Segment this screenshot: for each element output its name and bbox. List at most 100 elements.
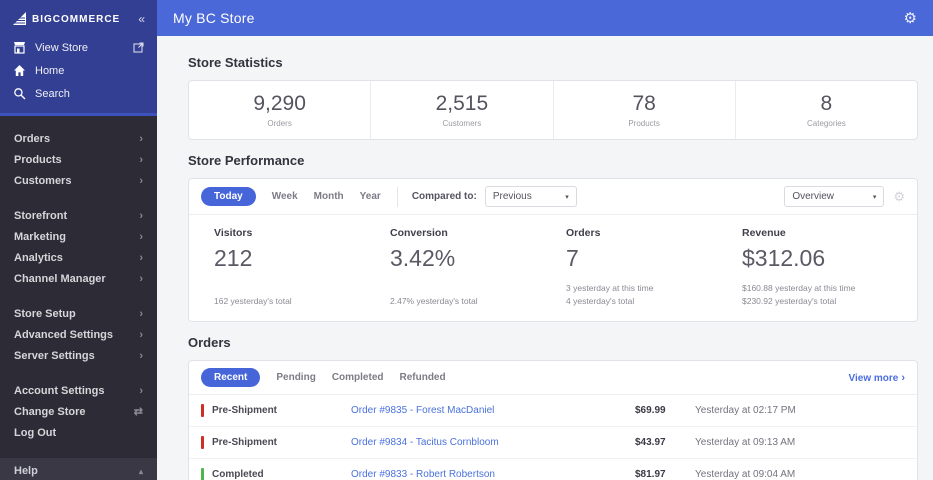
sidebar-item-label: Orders bbox=[14, 133, 51, 145]
tab-completed[interactable]: Completed bbox=[332, 372, 384, 383]
sidebar-item-label: Storefront bbox=[14, 210, 68, 222]
sidebar-item-label: Server Settings bbox=[14, 350, 95, 362]
performance-settings-gear-icon[interactable]: ⚙ bbox=[893, 189, 905, 205]
sidebar-item-products[interactable]: Products › bbox=[0, 150, 157, 171]
order-price: $69.99 bbox=[635, 405, 666, 416]
sidebar-item-view-store[interactable]: View Store bbox=[0, 36, 157, 59]
store-title: My BC Store bbox=[173, 10, 255, 26]
status-color-bar bbox=[201, 404, 204, 417]
order-status: Pre-Shipment bbox=[201, 404, 351, 417]
compared-to-value: Previous bbox=[492, 191, 532, 202]
sidebar-item-label: Change Store bbox=[14, 406, 86, 418]
caret-up-icon: ▴ bbox=[138, 466, 143, 476]
tab-recent[interactable]: Recent bbox=[201, 368, 261, 387]
search-icon bbox=[13, 87, 26, 100]
order-link[interactable]: Order #9833 - Robert Robertson bbox=[351, 469, 635, 480]
sidebar-item-customers[interactable]: Customers › bbox=[0, 171, 157, 192]
sidebar-help-section: Help ▴ Support Pin: 888888 bbox=[0, 458, 157, 480]
sidebar-item-channel-manager[interactable]: Channel Manager › bbox=[0, 269, 157, 290]
stat-label: Orders bbox=[267, 118, 292, 128]
collapse-sidebar-icon[interactable]: « bbox=[138, 12, 145, 26]
sidebar-item-analytics[interactable]: Analytics › bbox=[0, 248, 157, 269]
sidebar-item-change-store[interactable]: Change Store ⇄ bbox=[0, 402, 157, 423]
order-link[interactable]: Order #9834 - Tacitus Cornbloom bbox=[351, 437, 635, 448]
stat-label: Categories bbox=[807, 118, 846, 128]
performance-metrics: Visitors 212 162 yesterday's total Conve… bbox=[189, 215, 917, 321]
stat-label: Customers bbox=[442, 118, 482, 128]
metric-revenue: Revenue $312.06 $160.88 yesterday at thi… bbox=[729, 227, 905, 308]
metric-value: 3.42% bbox=[390, 245, 456, 271]
metric-label: Orders bbox=[566, 227, 601, 239]
sidebar-item-account-settings[interactable]: Account Settings › bbox=[0, 381, 157, 402]
metric-visitors: Visitors 212 162 yesterday's total bbox=[201, 227, 377, 308]
stat-value: 78 bbox=[632, 91, 656, 115]
sidebar-item-log-out[interactable]: Log Out bbox=[0, 423, 157, 444]
bigcommerce-logo-icon bbox=[12, 12, 28, 26]
logo-row: BIGCOMMERCE « bbox=[0, 0, 157, 36]
sidebar-item-orders[interactable]: Orders › bbox=[0, 129, 157, 150]
sidebar-item-label: Home bbox=[35, 64, 65, 77]
chevron-right-icon: › bbox=[139, 273, 143, 285]
sidebar-item-marketing[interactable]: Marketing › bbox=[0, 227, 157, 248]
status-label: Completed bbox=[212, 469, 264, 480]
caret-down-icon: ▾ bbox=[872, 193, 877, 201]
order-price: $81.97 bbox=[635, 469, 666, 480]
status-color-bar bbox=[201, 436, 204, 449]
metric-subtext: $230.92 yesterday's total bbox=[742, 296, 837, 306]
view-more-label: View more bbox=[848, 372, 899, 384]
order-row: Completed Order #9833 - Robert Robertson… bbox=[189, 459, 917, 480]
chevron-right-icon: › bbox=[139, 154, 143, 166]
dashboard-content: Store Statistics 9,290 Orders 2,515 Cust… bbox=[157, 36, 933, 480]
app-window: BIGCOMMERCE « View Store Home Search Ord… bbox=[0, 0, 933, 480]
orders-toolbar: Recent Pending Completed Refunded View m… bbox=[189, 361, 917, 395]
tab-today[interactable]: Today bbox=[201, 187, 256, 206]
metric-label: Conversion bbox=[390, 227, 448, 239]
tab-month[interactable]: Month bbox=[314, 191, 344, 202]
caret-down-icon: ▾ bbox=[565, 193, 569, 201]
chevron-right-icon: › bbox=[139, 308, 143, 320]
sidebar-item-store-setup[interactable]: Store Setup › bbox=[0, 304, 157, 325]
stat-products: 78 Products bbox=[554, 81, 736, 139]
settings-gear-icon[interactable]: ⚙ bbox=[904, 9, 917, 27]
order-link[interactable]: Order #9835 - Forest MacDaniel bbox=[351, 405, 635, 416]
sidebar-item-server-settings[interactable]: Server Settings › bbox=[0, 346, 157, 367]
store-performance-card: Today Week Month Year Compared to: Previ… bbox=[188, 178, 918, 322]
status-color-bar bbox=[201, 468, 204, 480]
metric-conversion: Conversion 3.42% 2.47% yesterday's total bbox=[377, 227, 553, 308]
tab-year[interactable]: Year bbox=[360, 191, 381, 202]
sidebar-top-section: BIGCOMMERCE « View Store Home Search bbox=[0, 0, 157, 116]
external-link-icon bbox=[133, 42, 144, 53]
sidebar-item-storefront[interactable]: Storefront › bbox=[0, 206, 157, 227]
chevron-right-icon: › bbox=[139, 133, 143, 145]
view-select[interactable]: Overview ▾ bbox=[784, 186, 885, 207]
storefront-icon bbox=[13, 41, 26, 54]
swap-store-icon: ⇄ bbox=[133, 406, 143, 418]
sidebar-item-label: Search bbox=[35, 87, 70, 100]
tab-week[interactable]: Week bbox=[272, 191, 298, 202]
sidebar-item-label: View Store bbox=[35, 41, 88, 54]
stat-orders: 9,290 Orders bbox=[189, 81, 372, 139]
chevron-right-icon: › bbox=[139, 350, 143, 362]
stat-value: 2,515 bbox=[435, 91, 489, 115]
metric-value: 212 bbox=[214, 245, 253, 271]
stat-label: Products bbox=[628, 118, 660, 128]
home-icon bbox=[13, 64, 26, 77]
sidebar-item-label: Advanced Settings bbox=[14, 329, 114, 341]
chevron-right-icon: › bbox=[139, 329, 143, 341]
sidebar-item-label: Log Out bbox=[14, 427, 57, 439]
store-statistics-heading: Store Statistics bbox=[188, 55, 283, 70]
tab-pending[interactable]: Pending bbox=[276, 372, 315, 383]
sidebar-group-commerce: Orders › Products › Customers › bbox=[0, 129, 157, 192]
metric-subtext: 3 yesterday at this time bbox=[566, 283, 654, 293]
stat-customers: 2,515 Customers bbox=[371, 81, 554, 139]
sidebar-item-advanced-settings[interactable]: Advanced Settings › bbox=[0, 325, 157, 346]
sidebar-item-home[interactable]: Home bbox=[0, 59, 157, 82]
header-bar: My BC Store ⚙ bbox=[157, 0, 933, 36]
compared-to-select[interactable]: Previous ▾ bbox=[484, 186, 577, 207]
help-toggle[interactable]: Help ▴ bbox=[14, 465, 143, 477]
metric-label: Revenue bbox=[742, 227, 786, 239]
sidebar-item-search[interactable]: Search bbox=[0, 82, 157, 105]
tab-refunded[interactable]: Refunded bbox=[399, 372, 445, 383]
status-label: Pre-Shipment bbox=[212, 405, 278, 416]
view-more-link[interactable]: View more › bbox=[848, 372, 905, 384]
